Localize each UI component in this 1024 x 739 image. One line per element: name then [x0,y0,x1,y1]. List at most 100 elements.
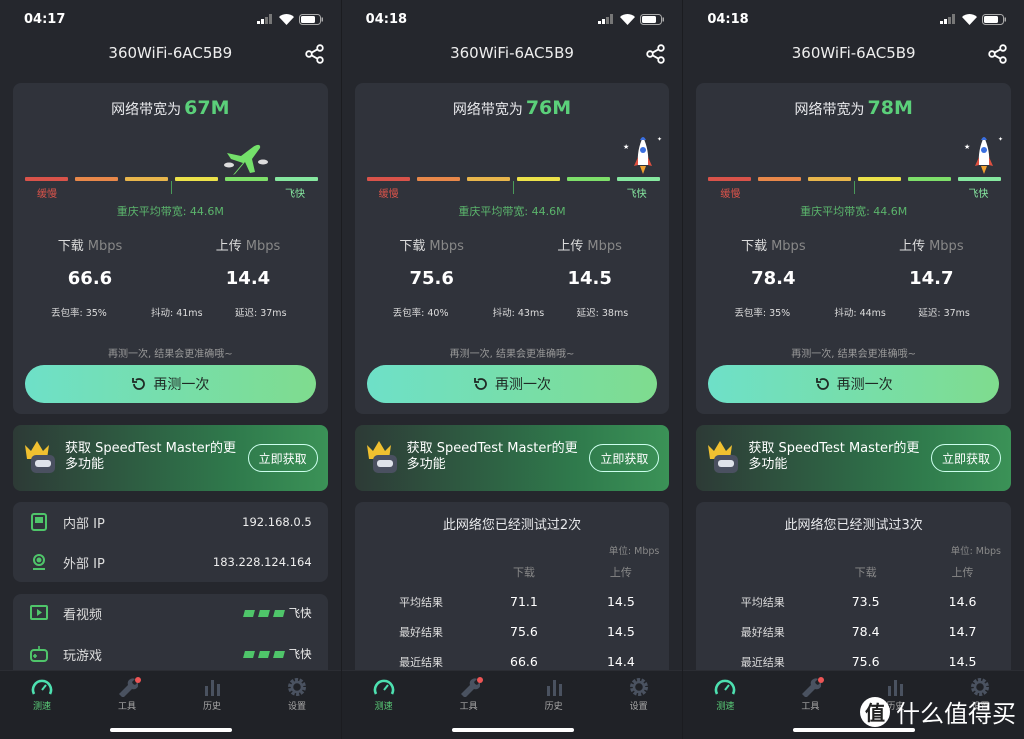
gauge-segment [75,177,118,181]
packet-loss: 丢包率: 40% [392,308,449,319]
network-title: 360WiFi-6AC5B9 [791,44,916,62]
upload-block: 上传 Mbps 14.7 [856,235,1006,289]
clock: 04:18 [365,11,408,27]
history-header: 下载 上传 [512,566,632,579]
gauge-segment [516,177,560,181]
wrench-icon [97,677,157,697]
promo-text: 获取 SpeedTest Master的更多功能 [748,441,920,472]
promo-text: 获取 SpeedTest Master的更多功能 [65,441,237,472]
refresh-icon [815,378,829,390]
battery-icon [298,13,323,25]
gauge-segment [125,177,168,181]
gauge-segment [25,177,68,181]
speedometer-icon [12,677,72,697]
latency: 延迟: 37ms [918,308,970,319]
gauge-segment [366,177,410,181]
gauge-segment [466,177,510,181]
retest-button[interactable]: 再测一次 [708,365,1000,403]
bandwidth-value: 78M [867,97,913,119]
share-icon[interactable] [304,44,325,64]
airplane-icon [224,144,268,175]
speed-result-card: 网络带宽为 67M 缓慢 飞快 重庆平均带宽: 44.6M 下载 Mbps 66.6 … [13,83,328,414]
clock: 04:18 [707,11,749,27]
gear-icon [609,677,669,697]
tab-gear[interactable]: 设置 [267,677,327,712]
notification-badge [476,677,483,683]
watermark: 值什么值得买 [860,694,1016,729]
tab-bar-chart[interactable]: 历史 [182,677,242,712]
video-play-icon [30,605,48,620]
get-now-button[interactable]: 立即获取 [247,444,318,472]
gauge-slow-label: 缓慢 [37,189,57,200]
gauge-segment [566,177,610,181]
app-row: 玩游戏 飞快 [13,644,328,664]
regional-average: 重庆平均带宽: 44.6M [116,205,224,218]
speed-result-card: 网络带宽为 76M ★ ✦ 缓慢 飞快 重庆平均带宽: 44.6M 下载 Mbps 75.… [354,83,670,414]
bandwidth-heading: 网络带宽为 67M [111,97,230,119]
tab-bar-chart[interactable]: 历史 [524,677,584,712]
screenshots: 04:17 360WiFi-6AC5B9 网络带宽为 67M 缓慢 飞快 重庆平均… [0,0,1024,739]
gauge-segment [275,177,318,181]
quality-pip [257,650,270,658]
promo-banner[interactable]: 获取 SpeedTest Master的更多功能 立即获取 [13,425,328,491]
upload-value: 14.5 [567,268,612,289]
home-indicator [110,728,232,732]
regional-average: 重庆平均带宽: 44.6M [800,205,908,218]
gear-icon [267,677,327,697]
ip-row: 内部 IP 192.168.0.5 [13,512,328,532]
retest-hint: 再测一次, 结果会更准确哦~ [449,349,575,360]
promo-text: 获取 SpeedTest Master的更多功能 [406,441,578,472]
gauge-segment [616,177,660,181]
latency: 延迟: 37ms [235,308,287,319]
share-icon[interactable] [988,44,1008,64]
history-row: 平均结果 73.5 14.6 [740,594,977,609]
gauge-slow-label: 缓慢 [378,189,399,200]
signal-icon [940,14,956,24]
retest-hint: 再测一次, 结果会更准确哦~ [791,349,917,360]
wifi-icon [278,13,294,25]
get-now-button[interactable]: 立即获取 [589,444,660,472]
phone-screen: 04:17 360WiFi-6AC5B9 网络带宽为 67M 缓慢 飞快 重庆平均… [0,0,341,739]
speedometer-icon [354,677,414,697]
packet-loss: 丢包率: 35% [51,308,107,319]
jitter: 抖动: 44ms [834,308,886,319]
tab-speedometer[interactable]: 测速 [12,677,72,712]
get-now-button[interactable]: 立即获取 [931,444,1002,472]
promo-banner[interactable]: 获取 SpeedTest Master的更多功能 立即获取 [354,425,670,491]
jitter: 抖动: 43ms [492,308,545,319]
robot-crown-icon [708,441,739,473]
tab-wrench[interactable]: 工具 [97,677,157,712]
gauge-segment [758,177,802,181]
average-pointer [512,181,514,194]
gauge-segment [175,177,218,181]
history-row: 最近结果 75.6 14.5 [740,654,977,669]
phone-screen: 04:18 360WiFi-6AC5B9 网络带宽为 76M ★ ✦ 缓慢 飞快 重庆… [341,0,683,739]
retest-button[interactable]: 再测一次 [25,365,316,403]
history-row: 最好结果 78.4 14.7 [740,624,977,639]
tab-speedometer[interactable]: 测速 [354,677,414,712]
signal-icon [256,14,272,24]
tab-wrench[interactable]: 工具 [439,677,499,712]
tab-speedometer[interactable]: 测速 [695,677,755,712]
clock: 04:17 [24,11,66,27]
history-row: 最好结果 75.6 14.5 [399,624,635,639]
download-block: 下载 Mbps 66.6 [15,235,165,289]
regional-average: 重庆平均带宽: 44.6M [458,205,566,218]
rocket-icon: ★✦ [964,136,1003,174]
tab-gear[interactable]: 设置 [609,677,669,712]
retest-button[interactable]: 再测一次 [366,365,658,403]
svg-text:★: ★ [623,143,629,151]
history-row: 平均结果 71.1 14.5 [399,594,635,609]
share-icon[interactable] [646,44,666,64]
svg-text:✦: ✦ [998,136,1003,143]
packet-loss: 丢包率: 35% [734,308,791,319]
wifi-icon [962,13,978,25]
promo-banner[interactable]: 获取 SpeedTest Master的更多功能 立即获取 [696,425,1012,491]
device-icon [31,513,47,531]
speed-result-card: 网络带宽为 78M ★ ✦ 缓慢 飞快 重庆平均带宽: 44.6M 下载 Mbps 78.… [696,83,1012,414]
robot-crown-icon [366,441,397,473]
notification-badge [135,677,141,683]
tab-wrench[interactable]: 工具 [780,677,840,712]
wifi-icon [620,13,636,25]
download-value: 75.6 [409,268,454,289]
